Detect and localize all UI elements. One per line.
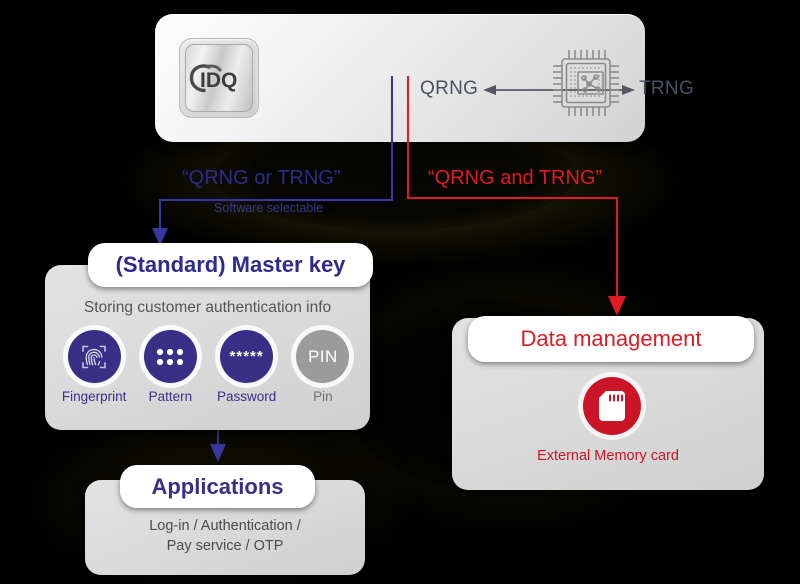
pattern-dots-icon <box>157 348 184 365</box>
applications-body-line-1: Log-in / Authentication / <box>149 518 301 534</box>
applications-body: Log-in / Authentication / Pay service / … <box>85 517 365 556</box>
memory-card-icon <box>599 391 625 421</box>
auth-method-password[interactable]: ***** Password <box>212 330 282 404</box>
auth-label-pattern: Pattern <box>148 389 193 404</box>
auth-label-pin: Pin <box>313 389 333 404</box>
data-management-title-pill: Data management <box>468 316 754 362</box>
svg-text:IDQ: IDQ <box>200 69 237 92</box>
pin-text-icon: PIN <box>307 346 338 366</box>
memory-card-badge <box>583 377 641 435</box>
fingerprint-icon <box>82 345 106 368</box>
red-arrowhead <box>608 296 626 316</box>
data-management-title: Data management <box>520 326 702 351</box>
idq-logo-badge: IDQ <box>179 38 259 118</box>
master-key-subtitle: Storing customer authentication info <box>83 299 332 316</box>
blue-branch-label: “QRNG or TRNG” <box>182 167 341 189</box>
auth-label-password: Password <box>216 389 277 404</box>
password-asterisks-icon: ***** <box>229 348 264 365</box>
auth-method-pin[interactable]: PIN Pin <box>288 330 358 404</box>
master-key-title-pill: (Standard) Master key <box>88 243 373 287</box>
applications-body-line-2: Pay service / OTP <box>166 537 284 554</box>
rng-source-panel: IDQ QRNG TRNG <box>155 14 694 142</box>
idq-logo-icon: IDQ <box>189 64 237 93</box>
cpu-chip-icon <box>553 50 619 116</box>
applications-title-pill: Applications <box>120 465 315 508</box>
memory-card-caption: External Memory card <box>537 448 679 464</box>
trng-label: TRNG <box>639 78 695 99</box>
software-selectable-label: Software selectable <box>214 201 324 215</box>
master-key-title: (Standard) Master key <box>115 252 346 277</box>
red-branch-label: “QRNG and TRNG” <box>428 167 603 189</box>
diagram-canvas: IDQ QRNG TRNG “QRNG or TRNG” “QRNG and T… <box>0 0 800 584</box>
apps-arrowhead <box>210 444 226 462</box>
auth-method-fingerprint[interactable]: Fingerprint <box>59 330 129 404</box>
qrng-label: QRNG <box>420 78 479 99</box>
auth-label-fingerprint: Fingerprint <box>61 389 127 404</box>
auth-methods-row: Fingerprint Pattern ***** Password PIN P… <box>56 330 361 404</box>
auth-method-pattern[interactable]: Pattern <box>135 330 205 404</box>
applications-title: Applications <box>151 473 284 499</box>
